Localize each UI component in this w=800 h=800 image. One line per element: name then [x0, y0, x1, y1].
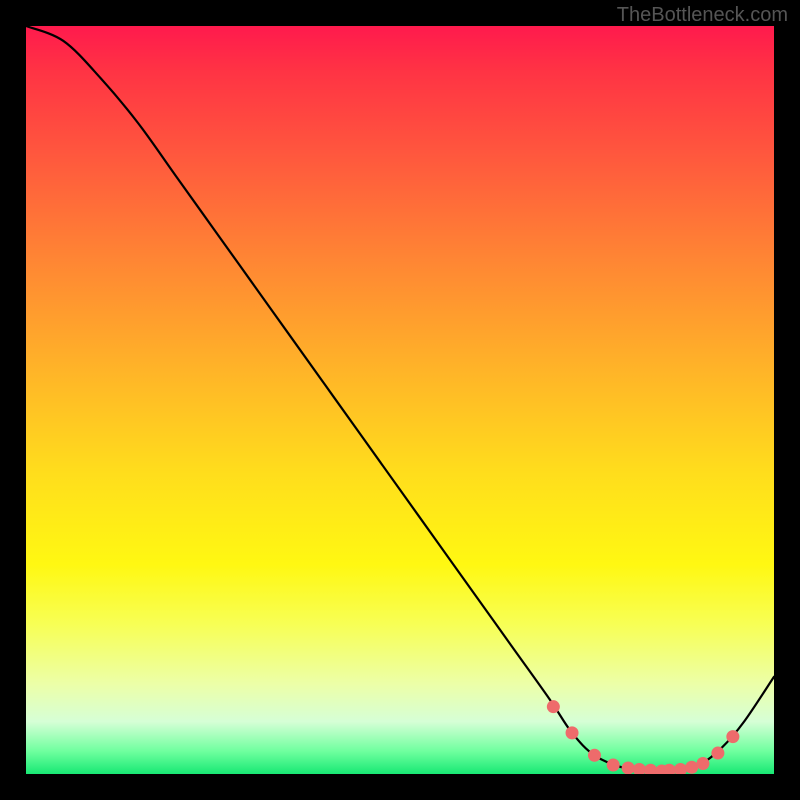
highlight-dot: [696, 757, 709, 770]
highlight-dot: [607, 759, 620, 772]
highlight-dot: [711, 747, 724, 760]
bottleneck-curve: [26, 26, 774, 771]
chart-svg: [26, 26, 774, 774]
highlight-dot: [644, 764, 657, 774]
highlight-dot: [726, 730, 739, 743]
plot-area: [26, 26, 774, 774]
highlight-dot: [674, 763, 687, 774]
highlight-dot: [547, 700, 560, 713]
highlight-dot: [633, 763, 646, 774]
highlight-dot: [622, 762, 635, 774]
highlight-dot: [685, 761, 698, 774]
watermark-text: TheBottleneck.com: [617, 4, 788, 27]
highlight-dots-group: [547, 700, 740, 774]
highlight-dot: [588, 749, 601, 762]
highlight-dot: [566, 726, 579, 739]
